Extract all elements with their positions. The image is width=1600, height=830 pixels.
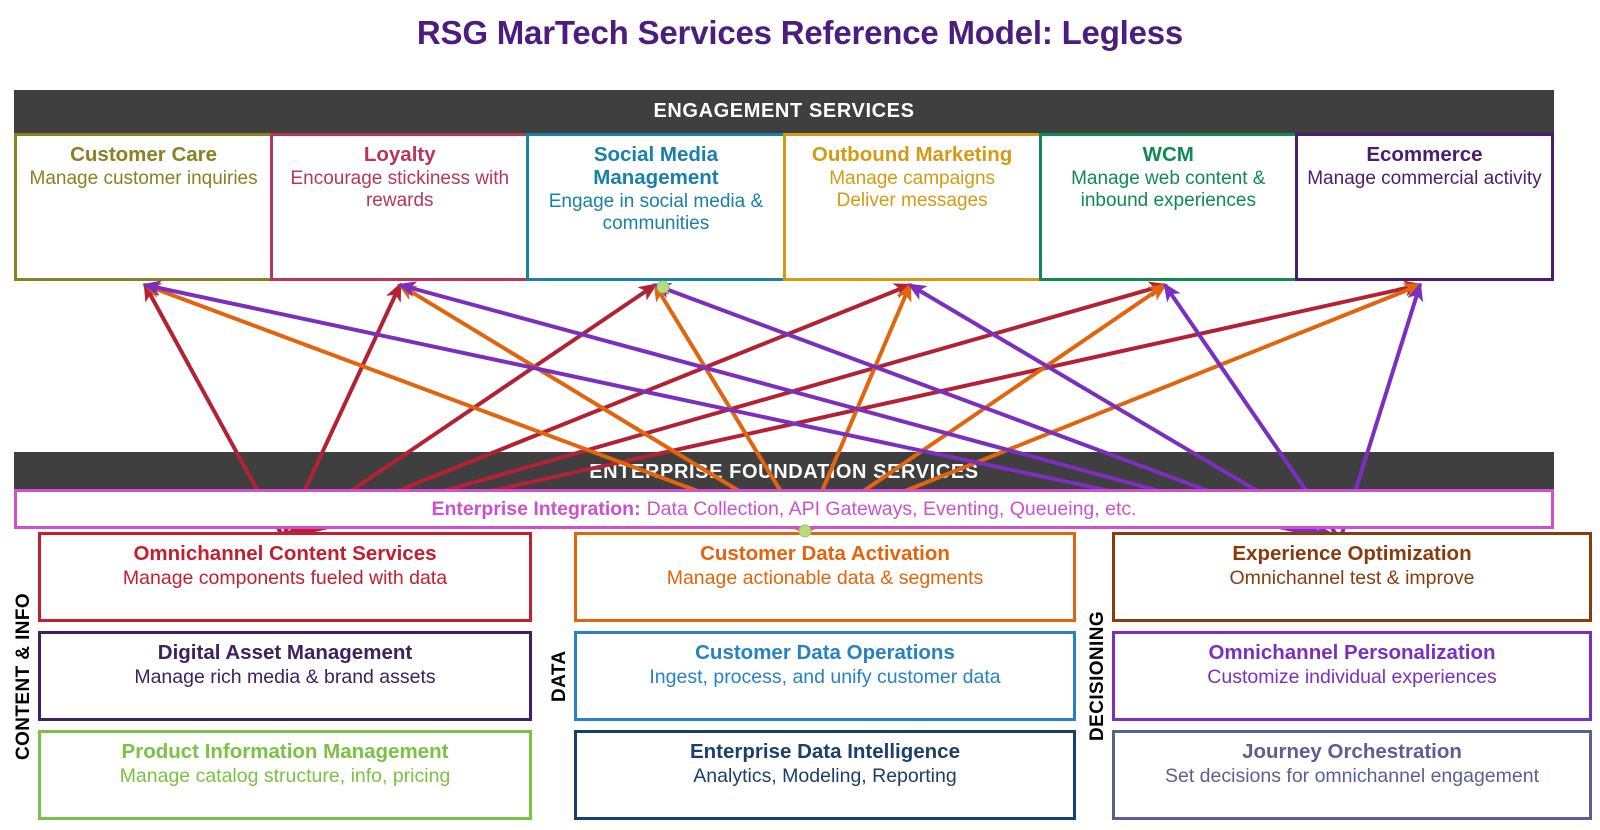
service-box-journey-orchestration[interactable]: Journey Orchestration Set decisions for … <box>1112 730 1592 820</box>
service-title: Omnichannel Content Services <box>133 542 437 565</box>
service-title: Customer Data Operations <box>695 641 955 664</box>
service-box-experience-optimization[interactable]: Experience Optimization Omnichannel test… <box>1112 532 1592 622</box>
service-desc: Ingest, process, and unify customer data <box>649 665 1001 688</box>
engagement-card-title: Outbound Marketing <box>811 143 1013 166</box>
service-desc: Manage catalog structure, info, pricing <box>119 764 451 787</box>
connection-endpoint-dot-0 <box>656 280 670 294</box>
engagement-card-desc: Encourage stickiness with rewards <box>290 167 510 212</box>
enterprise-foundation-services-band-header: ENTERPRISE FOUNDATION SERVICES <box>14 452 1554 493</box>
service-desc: Analytics, Modeling, Reporting <box>693 764 957 787</box>
service-desc: Manage rich media & brand assets <box>134 665 436 688</box>
column-stack-decisioning: Experience Optimization Omnichannel test… <box>1112 532 1592 820</box>
service-box-omnichannel-personalization[interactable]: Omnichannel Personalization Customize in… <box>1112 631 1592 721</box>
service-box-enterprise-data-intelligence[interactable]: Enterprise Data Intelligence Analytics, … <box>574 730 1076 820</box>
service-title: Enterprise Data Intelligence <box>689 740 960 763</box>
engagement-services-band-header: ENGAGEMENT SERVICES <box>14 90 1554 133</box>
service-title: Digital Asset Management <box>157 641 413 664</box>
service-desc: Customize individual experiences <box>1207 665 1497 688</box>
engagement-card-desc: Manage commercial activity <box>1307 167 1542 189</box>
engagement-card-title: WCM <box>1142 143 1194 166</box>
engagement-card-desc: Manage customer inquiries <box>29 167 258 189</box>
diagram-canvas: RSG MarTech Services Reference Model: Le… <box>0 0 1600 830</box>
column-group-decisioning: DECISIONING Experience Optimization Omni… <box>1084 532 1592 820</box>
integration-label: Enterprise Integration: <box>431 497 641 520</box>
engagement-card-desc: Manage web content & inbound experiences <box>1071 167 1266 212</box>
service-title: Journey Orchestration <box>1242 740 1462 763</box>
service-title: Product Information Management <box>121 740 449 763</box>
column-label-decisioning: DECISIONING <box>1087 610 1108 742</box>
service-title: Experience Optimization <box>1232 542 1472 565</box>
integration-text: Data Collection, API Gateways, Eventing,… <box>646 497 1137 520</box>
enterprise-integration-bar[interactable]: Enterprise Integration: Data Collection,… <box>14 489 1554 529</box>
engagement-card-desc-line1: Manage campaigns <box>829 167 996 189</box>
column-group-content-info: CONTENT & INFO Omnichannel Content Servi… <box>10 532 532 820</box>
service-box-customer-data-operations[interactable]: Customer Data Operations Ingest, process… <box>574 631 1076 721</box>
engagement-card-wcm[interactable]: WCM Manage web content & inbound experie… <box>1038 133 1295 281</box>
engagement-card-ecommerce[interactable]: Ecommerce Manage commercial activity <box>1294 133 1555 281</box>
service-box-digital-asset-management[interactable]: Digital Asset Management Manage rich med… <box>38 631 532 721</box>
service-desc: Manage actionable data & segments <box>666 566 984 589</box>
foundation-services-columns: CONTENT & INFO Omnichannel Content Servi… <box>10 532 1594 820</box>
service-title: Customer Data Activation <box>700 542 950 565</box>
engagement-card-social-media-management[interactable]: Social Media Management Engage in social… <box>526 133 783 281</box>
column-label-data: DATA <box>549 650 570 702</box>
engagement-card-title: Social Media Management <box>593 143 719 189</box>
service-desc: Omnichannel test & improve <box>1229 566 1475 589</box>
page-title: RSG MarTech Services Reference Model: Le… <box>416 14 1184 51</box>
column-label-content-info: CONTENT & INFO <box>13 592 34 760</box>
engagement-card-desc: Engage in social media & communities <box>548 190 764 235</box>
service-box-omnichannel-content-services[interactable]: Omnichannel Content Services Manage comp… <box>38 532 532 622</box>
service-box-product-information-management[interactable]: Product Information Management Manage ca… <box>38 730 532 820</box>
engagement-card-title: Ecommerce <box>1366 143 1483 166</box>
engagement-card-customer-care[interactable]: Customer Care Manage customer inquiries <box>14 133 271 281</box>
engagement-card-outbound-marketing[interactable]: Outbound Marketing Manage campaigns Deli… <box>782 133 1039 281</box>
engagement-card-desc-line2: Deliver messages <box>836 190 988 212</box>
service-desc: Set decisions for omnichannel engagement <box>1165 764 1539 787</box>
column-group-data: DATA Customer Data Activation Manage act… <box>546 532 1076 820</box>
service-box-customer-data-activation[interactable]: Customer Data Activation Manage actionab… <box>574 532 1076 622</box>
engagement-card-loyalty[interactable]: Loyalty Encourage stickiness with reward… <box>270 133 527 281</box>
service-title: Omnichannel Personalization <box>1208 641 1496 664</box>
engagement-services-row: Customer Care Manage customer inquiries … <box>14 133 1555 281</box>
column-stack-data: Customer Data Activation Manage actionab… <box>574 532 1076 820</box>
service-desc: Manage components fueled with data <box>122 566 448 589</box>
column-stack-content-info: Omnichannel Content Services Manage comp… <box>38 532 532 820</box>
engagement-card-title: Customer Care <box>70 143 218 166</box>
engagement-card-title: Loyalty <box>363 143 436 166</box>
